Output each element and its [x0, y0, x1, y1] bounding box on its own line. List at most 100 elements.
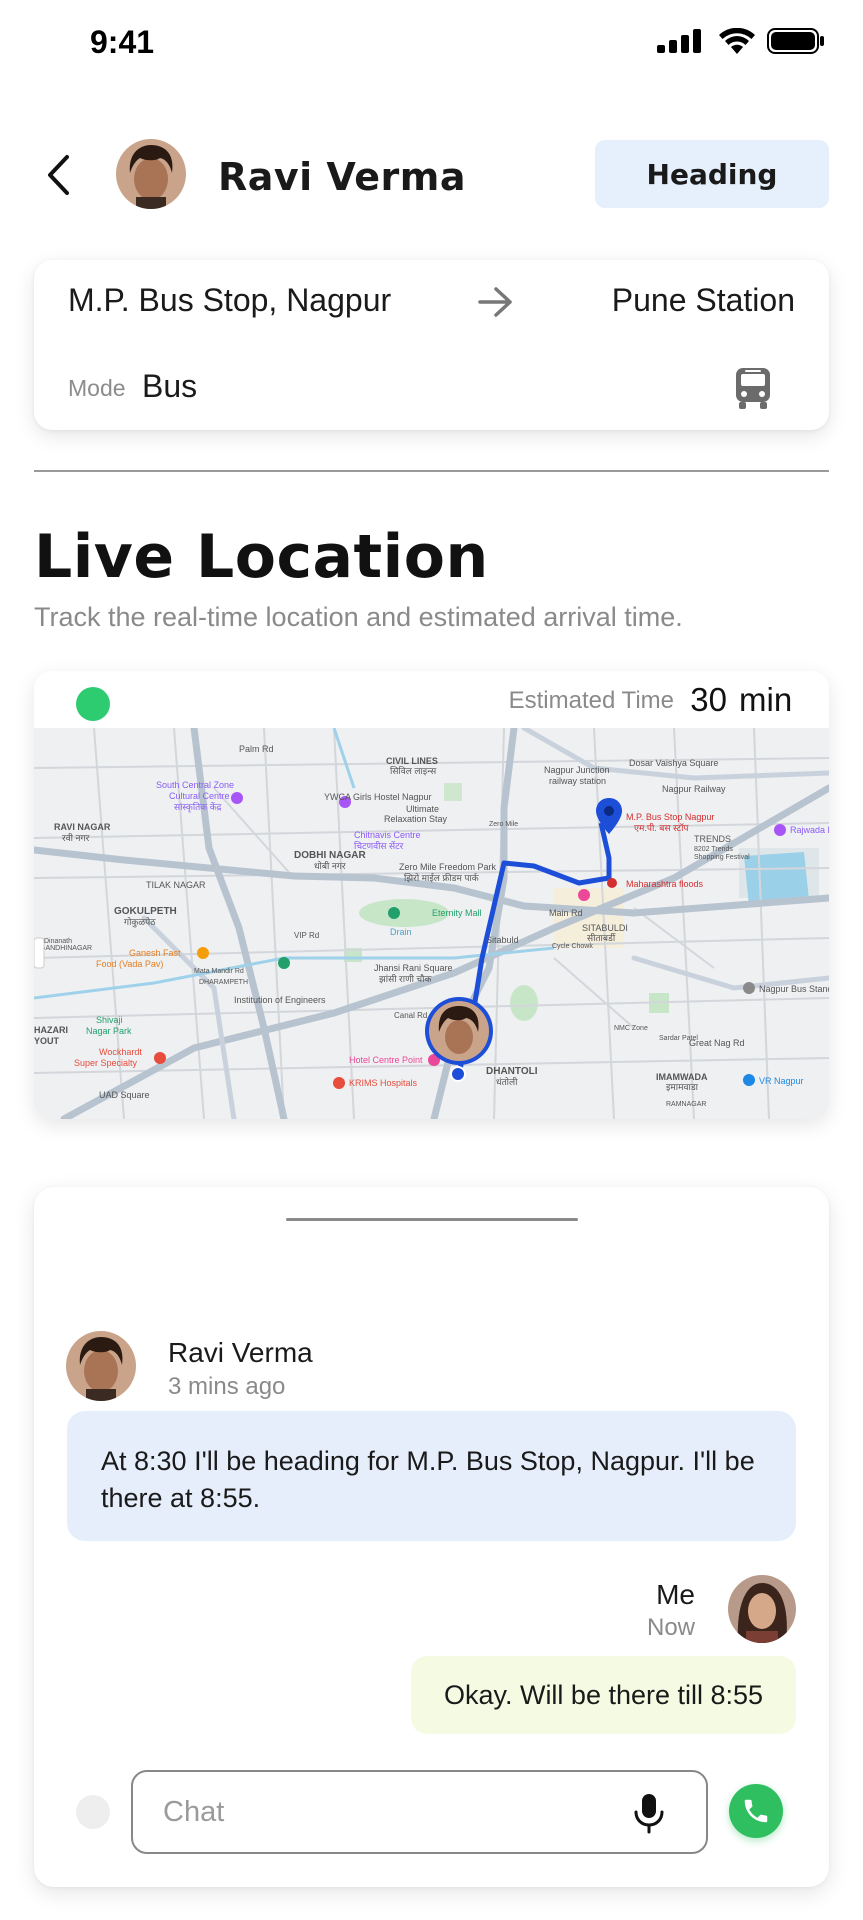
map-label: GOKULPETH [114, 906, 177, 917]
poi-marker-icon [774, 824, 786, 836]
mode-value: Bus [142, 368, 198, 404]
status-icons [657, 28, 825, 54]
contact-avatar-image [116, 139, 186, 209]
incoming-message-bubble: At 8:30 I'll be heading for M.P. Bus Sto… [67, 1411, 796, 1541]
microphone-icon[interactable] [632, 1792, 666, 1834]
map-label: Cycle Chowk [552, 943, 593, 950]
map-view[interactable]: South Central Zone Cultural Centre सांस्… [34, 724, 829, 1119]
chat-input[interactable] [163, 1772, 603, 1852]
eta-unit: min [739, 681, 793, 718]
map-label: सांस्कृतिक केंद्र [174, 801, 222, 813]
section-subtitle: Track the real-time location and estimat… [34, 602, 683, 632]
map-label: धंतोली [496, 1076, 518, 1087]
map-label: TILAK NAGAR [146, 880, 206, 890]
map-label: Ultimate [406, 804, 439, 814]
poi-marker-icon [154, 1052, 166, 1064]
map-label: रवी नगर [62, 832, 90, 843]
poi-marker-icon [278, 957, 290, 969]
outgoing-message-bubble: Okay. Will be there till 8:55 [411, 1656, 796, 1734]
map-label: Hotel Centre Point [349, 1055, 423, 1065]
map-label: Sardar Patel [659, 1035, 698, 1042]
chat-input-box[interactable] [131, 1770, 708, 1854]
chat-panel: Ravi Verma 3 mins ago At 8:30 I'll be he… [34, 1187, 829, 1887]
message-time: Now [646, 1614, 695, 1641]
route-origin: M.P. Bus Stop, Nagpur [68, 282, 392, 318]
map-label: 8202 Trends [694, 846, 733, 853]
live-map-card: Estimated Time 30 min South Central Zone… [34, 671, 829, 1119]
map-label: Eternity Mall [432, 908, 482, 918]
map-label: Drain [390, 927, 412, 937]
poi-marker-icon [743, 982, 755, 994]
map-label: Cultural Centre [169, 791, 230, 801]
map-label: SITABULDI [582, 923, 628, 933]
section-divider [34, 470, 829, 472]
map-label: Chitnavis Centre [354, 830, 421, 840]
route-destination: Pune Station [611, 282, 795, 318]
call-button[interactable] [729, 1784, 783, 1838]
map-label: झिरो माईल फ्रीडम पार्क [404, 872, 480, 883]
map-label: TRENDS [694, 834, 731, 844]
map-canvas[interactable]: South Central Zone Cultural Centre सांस्… [34, 724, 829, 1119]
heading-button[interactable]: Heading [595, 140, 829, 208]
driver-location-avatar[interactable] [425, 997, 493, 1065]
map-label: CIVIL LINES [386, 756, 438, 766]
wifi-icon [719, 28, 755, 54]
avatar [728, 1575, 796, 1643]
eta-label: Estimated Time [508, 687, 674, 714]
attachment-button[interactable] [76, 1795, 110, 1829]
map-label: सीताबर्डी [587, 932, 616, 943]
map-label: Nagpur Bus Stand [759, 984, 829, 994]
map-label: Shivaji [96, 1015, 123, 1025]
message-sender: Ravi Verma [168, 1337, 313, 1368]
map-label: UAD Square [99, 1090, 150, 1100]
map-label: YWCA Girls Hostel Nagpur [324, 792, 432, 802]
poi-marker-icon [388, 907, 400, 919]
current-location-dot [450, 1066, 466, 1082]
map-label: IMAMWADA [656, 1072, 708, 1082]
map-label: GANDHINAGAR [40, 945, 92, 952]
map-label: Nagpur Railway [662, 784, 726, 794]
map-label: NMC Zone [614, 1025, 648, 1032]
map-label: Sitabuld [486, 935, 519, 945]
map-label: Ganesh Fast [129, 948, 181, 958]
alert-marker-icon[interactable] [607, 878, 617, 888]
signal-icon [657, 29, 701, 53]
poi-marker-icon [578, 889, 590, 901]
mode-label: Mode [68, 375, 126, 401]
map-label: Institution of Engineers [234, 995, 326, 1005]
map-expand-handle[interactable] [34, 937, 45, 969]
map-label: DOBHI NAGAR [294, 850, 366, 861]
status-bar: 9:41 [0, 0, 863, 90]
map-label: VR Nagpur [759, 1076, 804, 1086]
map-label: M.P. Bus Stop Nagpur [626, 812, 714, 822]
battery-icon [767, 28, 824, 54]
avatar[interactable] [116, 139, 186, 209]
back-button[interactable] [40, 153, 76, 197]
map-label: एम.पी. बस स्टॉप [634, 822, 689, 833]
contact-avatar-image [66, 1331, 136, 1401]
map-label: Nagpur Junction [544, 765, 610, 775]
map-label: HAZARI [34, 1025, 68, 1035]
map-label: इमामवाडा [666, 1082, 699, 1092]
poi-marker-icon [743, 1074, 755, 1086]
map-label: KRIMS Hospitals [349, 1078, 418, 1088]
map-label: RAVI NAGAR [54, 822, 111, 832]
map-label: Palm Rd [239, 744, 274, 754]
drag-handle[interactable] [286, 1218, 578, 1221]
route-card: M.P. Bus Stop, Nagpur Pune Station Mode … [34, 260, 829, 430]
map-label: South Central Zone [156, 780, 234, 790]
map-label: Maharashtra floods [626, 879, 704, 889]
arrow-right-icon [478, 287, 512, 317]
map-label: Zero Mile Freedom Park [399, 862, 497, 872]
chevron-left-icon [48, 155, 69, 195]
message-time: 3 mins ago [168, 1373, 286, 1400]
my-avatar-image [728, 1575, 796, 1643]
map-label: झांसी राणी चौक [379, 973, 432, 984]
map-label: गोकुळपेठ [124, 916, 156, 928]
map-label: Jhansi Rani Square [374, 963, 453, 973]
map-label: Dinanath [44, 938, 72, 945]
map-label: Mata Mandir Rd [194, 968, 244, 975]
bus-icon [736, 368, 770, 409]
map-label: railway station [549, 776, 606, 786]
map-label: Super Specialty [74, 1058, 138, 1068]
